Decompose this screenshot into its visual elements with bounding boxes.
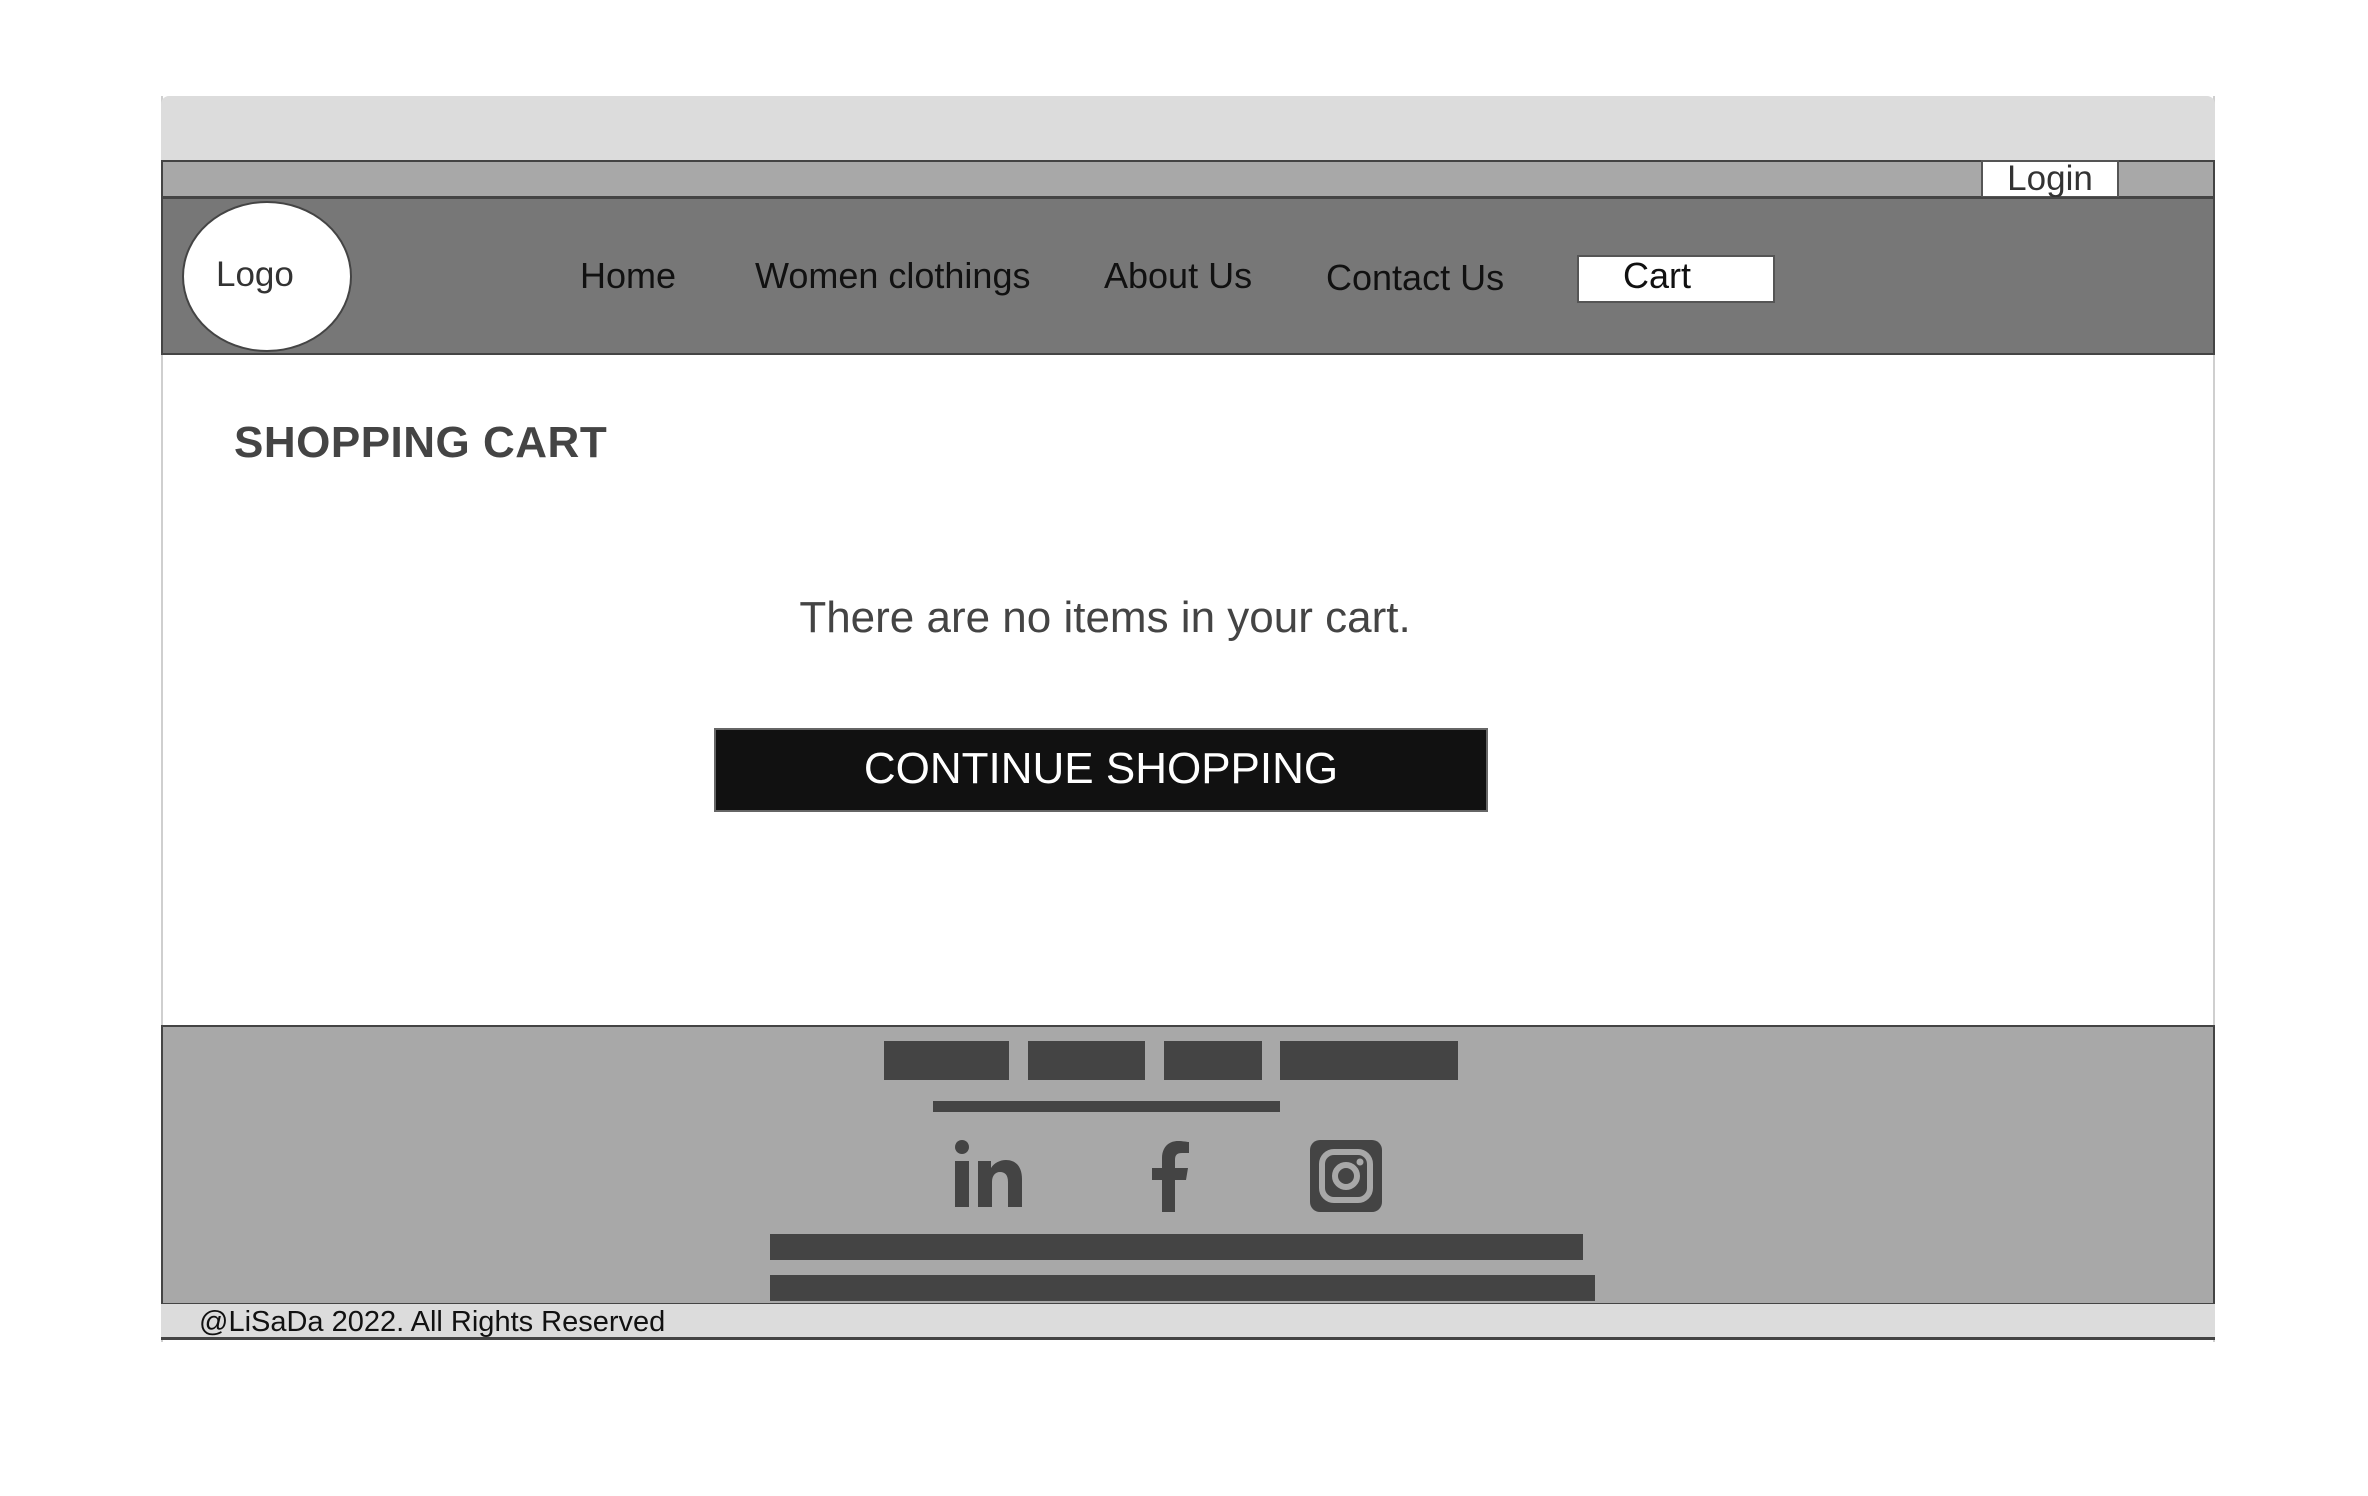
nav-home[interactable]: Home (580, 255, 676, 297)
continue-shopping-button[interactable]: CONTINUE SHOPPING (714, 728, 1488, 812)
footer-text-placeholder (770, 1275, 1595, 1301)
logo-label: Logo (216, 255, 294, 294)
linkedin-icon[interactable] (946, 1136, 1026, 1216)
copyright-text: @LiSaDa 2022. All Rights Reserved (199, 1306, 666, 1338)
empty-cart-message: There are no items in your cart. (799, 593, 1411, 642)
nav-contact-us[interactable]: Contact Us (1326, 257, 1504, 299)
cart-label: Cart (1623, 255, 1692, 296)
footer-link-placeholder[interactable] (1028, 1041, 1145, 1080)
instagram-icon[interactable] (1306, 1136, 1386, 1216)
footer-divider (933, 1101, 1280, 1112)
nav-about-us[interactable]: About Us (1104, 255, 1252, 297)
window-titlebar (161, 96, 2215, 160)
page-title: SHOPPING CART (234, 418, 608, 467)
facebook-icon[interactable] (1128, 1136, 1208, 1216)
nav-women-clothings[interactable]: Women clothings (755, 255, 1030, 297)
footer-link-placeholder[interactable] (1280, 1041, 1458, 1080)
footer-link-placeholder[interactable] (1164, 1041, 1262, 1080)
login-button[interactable]: Login (1981, 160, 2119, 198)
footer-text-placeholder (770, 1234, 1583, 1260)
footer-link-placeholder[interactable] (884, 1041, 1009, 1080)
top-bar (161, 160, 2215, 198)
